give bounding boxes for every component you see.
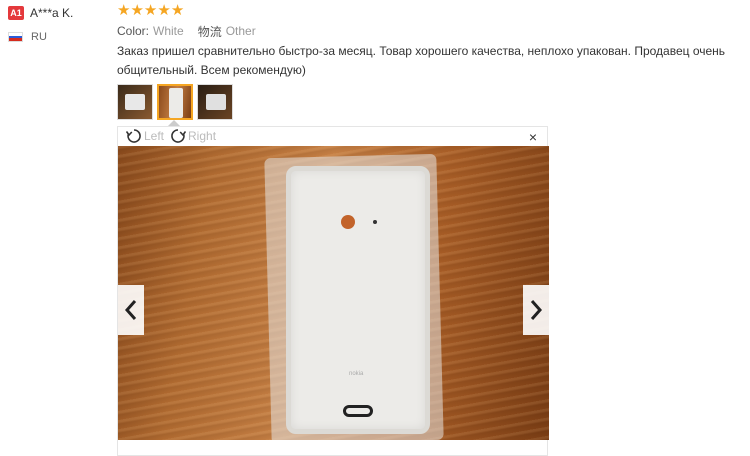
reviewer-country-row: RU (8, 28, 108, 46)
thumbnail-3[interactable] (197, 84, 233, 120)
close-icon[interactable]: × (529, 129, 537, 145)
rotate-right-icon (171, 129, 187, 143)
rotate-right-button[interactable]: Right (170, 128, 216, 144)
thumbnail-2[interactable] (157, 84, 193, 120)
attr-color-label: Color: (117, 24, 150, 38)
avatar: A1 (8, 6, 24, 20)
rotate-right-label: Right (188, 129, 217, 143)
star-icon: ★ (117, 2, 131, 19)
rotate-left-button[interactable]: Left (126, 128, 164, 144)
phone-logo: nokia (349, 371, 364, 377)
flash-hole (373, 220, 377, 224)
attr-shipping-label: 物流 (197, 24, 222, 39)
reviewer-name: A***a K. (30, 6, 74, 20)
prev-image-button[interactable] (118, 285, 144, 335)
product-attributes: Color: White 物流 Other (117, 23, 742, 39)
star-icon: ★ (130, 2, 144, 19)
next-image-button[interactable] (523, 285, 549, 335)
rotate-left-label: Left (144, 129, 165, 143)
reviewer-country: RU (31, 31, 47, 43)
chevron-right-icon (530, 300, 543, 320)
speaker-slot (343, 405, 373, 417)
flag-icon (8, 32, 23, 42)
review-thumbnails (117, 84, 237, 120)
rotate-left-icon (126, 129, 141, 143)
star-icon: ★ (170, 2, 185, 19)
reviewer-name-row: A1 A***a K. (8, 4, 108, 22)
thumbnail-1[interactable] (117, 84, 153, 120)
review-text: Заказ пришел сравнительно быстро-за меся… (117, 44, 726, 77)
chevron-left-icon (124, 300, 137, 320)
star-icon: ★ (157, 2, 171, 19)
reviewer-info: A1 A***a K. RU (8, 4, 108, 46)
attr-shipping-value: Other (225, 24, 256, 38)
viewer-toolbar: Left Right × (118, 127, 547, 145)
camera-hole (341, 215, 355, 229)
star-rating: ★ ★ ★ ★ ★ (117, 3, 742, 19)
image-viewer: Left Right × nokia (117, 126, 549, 456)
attr-color-value: White (153, 24, 184, 38)
review-body: ★ ★ ★ ★ ★ Color: White 物流 Other Заказ пр… (117, 3, 742, 80)
star-icon: ★ (143, 2, 158, 19)
review-photo: nokia (118, 146, 549, 440)
phone-back-cover: nokia (286, 166, 430, 434)
